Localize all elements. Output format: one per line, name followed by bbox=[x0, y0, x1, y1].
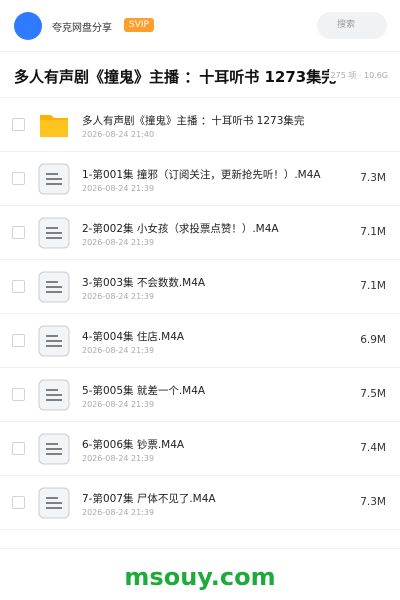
list-item[interactable]: 4-第004集 住店.M4A 2026-08-24 21:39 6.9M bbox=[0, 314, 400, 368]
row-checkbox[interactable] bbox=[12, 388, 25, 401]
file-date: 2026-08-24 21:39 bbox=[82, 400, 155, 409]
document-file-icon bbox=[38, 271, 70, 303]
document-file-icon bbox=[38, 217, 70, 249]
file-date: 2026-08-24 21:39 bbox=[82, 346, 155, 355]
file-name: 多人有声剧《撞鬼》主播 ：十耳听书 1273集完 bbox=[82, 115, 305, 127]
document-file-icon bbox=[38, 163, 70, 195]
list-item[interactable]: 6-第006集 钞票.M4A 2026-08-24 21:39 7.4M bbox=[0, 422, 400, 476]
file-size: 7.3M bbox=[360, 496, 386, 508]
list-item[interactable]: 3-第003集 不会数数.M4A 2026-08-24 21:39 7.1M bbox=[0, 260, 400, 314]
document-file-icon bbox=[38, 433, 70, 465]
file-name: 7-第007集 尸体不见了.M4A bbox=[82, 493, 216, 505]
top-header: 夸克网盘分享 SVIP 搜索 bbox=[0, 0, 400, 52]
footer: msouy.com bbox=[0, 548, 400, 600]
document-file-icon bbox=[38, 487, 70, 519]
file-date: 2026-08-24 21:39 bbox=[82, 454, 155, 463]
file-size: 7.1M bbox=[360, 280, 386, 292]
folder-icon bbox=[40, 115, 68, 137]
file-size: 7.4M bbox=[360, 442, 386, 454]
file-name: 3-第003集 不会数数.M4A bbox=[82, 277, 206, 289]
file-name: 2-第002集 小女孩（求投票点赞！）.M4A bbox=[82, 223, 279, 235]
page-title: 多人有声剧《撞鬼》主播 ：十耳听书 1273集完 bbox=[14, 68, 337, 86]
list-item[interactable]: 7-第007集 尸体不见了.M4A 2026-08-24 21:39 7.3M bbox=[0, 476, 400, 530]
svip-badge: SVIP bbox=[124, 18, 154, 32]
file-name: 4-第004集 住店.M4A bbox=[82, 331, 185, 343]
file-name: 5-第005集 就差一个.M4A bbox=[82, 385, 206, 397]
row-checkbox[interactable] bbox=[12, 172, 25, 185]
row-checkbox[interactable] bbox=[12, 118, 25, 131]
avatar[interactable] bbox=[14, 12, 42, 40]
row-checkbox[interactable] bbox=[12, 226, 25, 239]
file-date: 2026-08-24 21:39 bbox=[82, 184, 155, 193]
folder-meta: 275 项 · 10.6G bbox=[328, 70, 388, 81]
file-name: 6-第006集 钞票.M4A bbox=[82, 439, 185, 451]
list-item-folder[interactable]: 多人有声剧《撞鬼》主播 ：十耳听书 1273集完 2026-08-24 21:4… bbox=[0, 98, 400, 152]
search-input[interactable]: 搜索 bbox=[317, 12, 387, 39]
file-size: 7.3M bbox=[360, 172, 386, 184]
document-file-icon bbox=[38, 325, 70, 357]
file-size: 7.1M bbox=[360, 226, 386, 238]
file-size: 6.9M bbox=[360, 334, 386, 346]
document-file-icon bbox=[38, 379, 70, 411]
list-item[interactable]: 2-第002集 小女孩（求投票点赞！）.M4A 2026-08-24 21:39… bbox=[0, 206, 400, 260]
file-date: 2026-08-24 21:39 bbox=[82, 508, 155, 517]
row-checkbox[interactable] bbox=[12, 334, 25, 347]
file-date: 2026-08-24 21:40 bbox=[82, 130, 155, 139]
file-name: 1-第001集 撞邪（订阅关注，更新抢先听！）.M4A bbox=[82, 169, 321, 181]
list-item[interactable]: 5-第005集 就差一个.M4A 2026-08-24 21:39 7.5M bbox=[0, 368, 400, 422]
row-checkbox[interactable] bbox=[12, 280, 25, 293]
file-size: 7.5M bbox=[360, 388, 386, 400]
file-date: 2026-08-24 21:39 bbox=[82, 238, 155, 247]
site-watermark: msouy.com bbox=[124, 563, 276, 591]
row-checkbox[interactable] bbox=[12, 442, 25, 455]
share-source-name: 夸克网盘分享 bbox=[52, 23, 112, 34]
folder-title-bar: 多人有声剧《撞鬼》主播 ：十耳听书 1273集完 275 项 · 10.6G bbox=[0, 52, 400, 98]
row-checkbox[interactable] bbox=[12, 496, 25, 509]
list-item[interactable]: 1-第001集 撞邪（订阅关注，更新抢先听！）.M4A 2026-08-24 2… bbox=[0, 152, 400, 206]
file-date: 2026-08-24 21:39 bbox=[82, 292, 155, 301]
